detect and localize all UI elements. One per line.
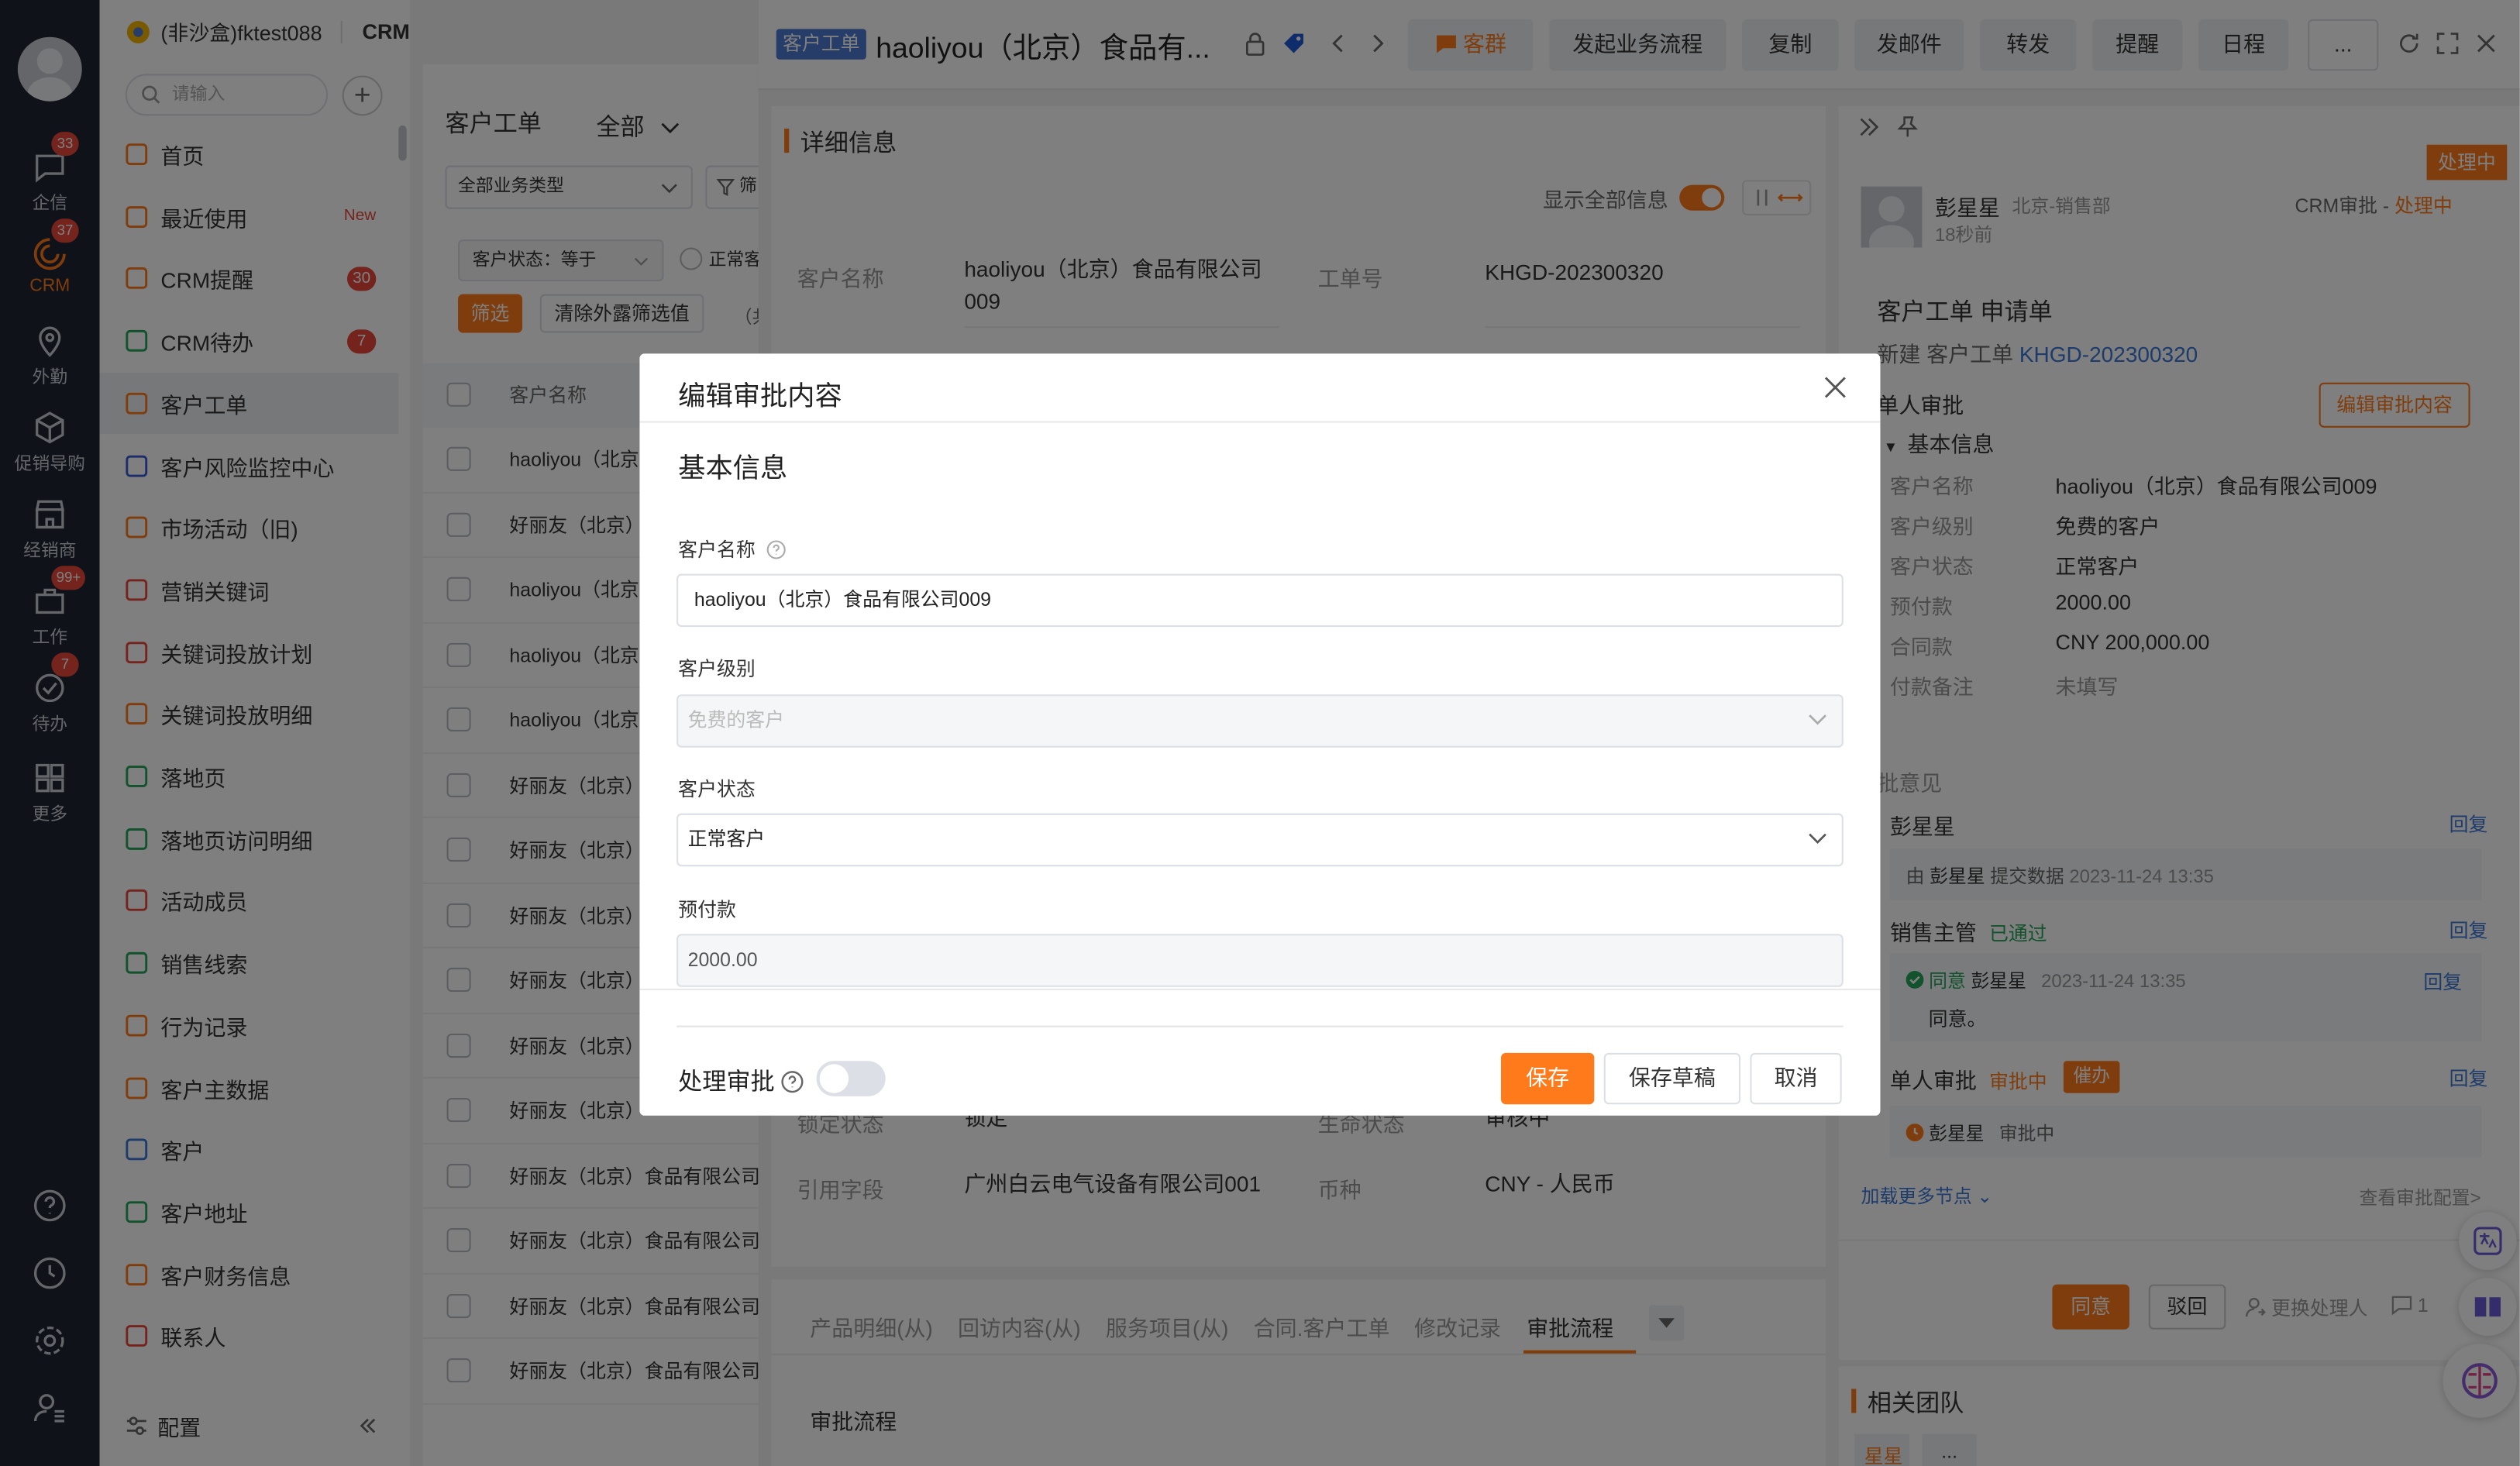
process-approval-toggle[interactable] [816,1061,886,1096]
field-label: 客户状态 [678,778,756,801]
text: 客户名称 [678,538,756,562]
process-approval-label: 处理审批 [678,1064,804,1098]
field-label: 客户名称 [678,535,787,563]
customer-level-select: 免费的客户 [676,694,1844,748]
help-icon[interactable] [767,540,787,559]
input-value: 2000.00 [687,948,758,972]
save-draft-button[interactable]: 保存草稿 [1603,1052,1741,1105]
field-label: 客户级别 [678,657,756,680]
select-value: 免费的客户 [687,708,785,731]
save-button[interactable]: 保存 [1501,1052,1595,1105]
text: 处理审批 [678,1069,775,1096]
field-label: 预付款 [678,898,736,921]
customer-status-select[interactable]: 正常客户 [676,813,1844,867]
help-icon[interactable] [781,1071,804,1093]
close-icon[interactable] [1823,374,1848,400]
customer-name-input[interactable]: haoliyou（北京）食品有限公司009 [676,573,1844,628]
prepayment-input[interactable]: 2000.00 [676,934,1844,987]
modal-section-title: 基本信息 [678,453,788,484]
chevron-down-icon [1809,833,1826,844]
select-value: 正常客户 [687,828,766,851]
input-value: haoliyou（北京）食品有限公司009 [694,588,992,611]
chevron-down-icon [1809,714,1826,725]
modal-title: 编辑审批内容 [678,380,842,412]
cancel-button[interactable]: 取消 [1750,1052,1842,1105]
edit-approval-modal: 编辑审批内容 基本信息 客户名称 haoliyou（北京）食品有限公司009 客… [639,353,1881,1116]
